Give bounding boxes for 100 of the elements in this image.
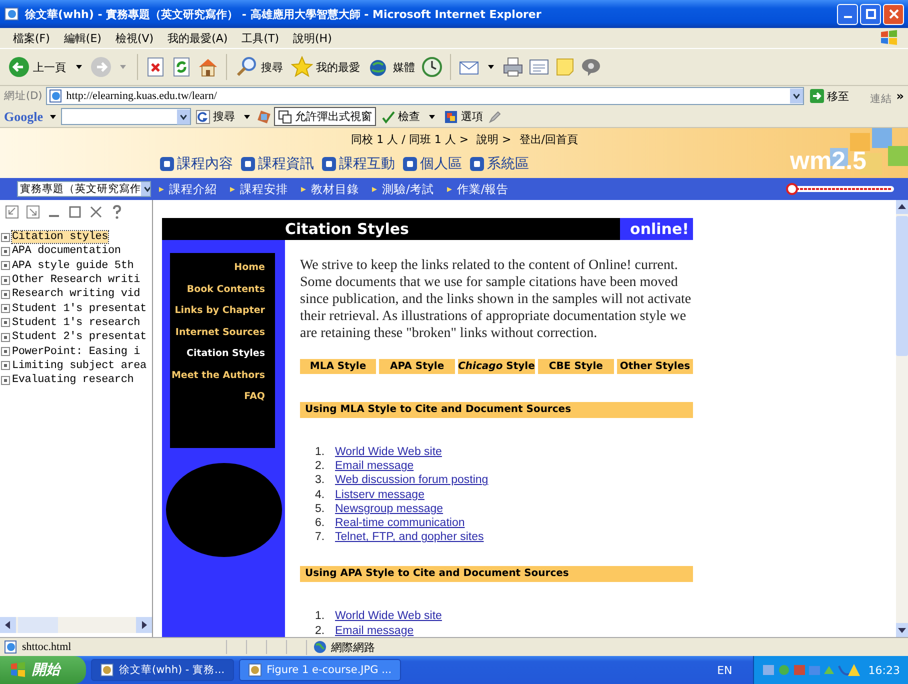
style-tab[interactable]: APA Style: [379, 359, 456, 374]
header-link[interactable]: 登出/回首頁: [519, 132, 578, 147]
minimize-button[interactable]: [837, 4, 858, 24]
outline-item[interactable]: Evaluating research: [12, 374, 134, 386]
style-tab[interactable]: Other Styles: [616, 359, 693, 374]
citation-link[interactable]: Email message: [335, 624, 414, 637]
course-select[interactable]: 實務專題（英文研究寫作: [17, 181, 151, 197]
style-tab[interactable]: MLA Style: [300, 359, 376, 374]
nav-link[interactable]: Internet Sources: [175, 326, 265, 340]
dropdown-caret-icon[interactable]: [244, 114, 250, 118]
media-button[interactable]: 媒體: [366, 56, 417, 78]
close-icon[interactable]: [88, 204, 104, 220]
scroll-down-icon[interactable]: [896, 623, 908, 637]
header-link[interactable]: 說明 >: [476, 132, 512, 147]
nav-link[interactable]: Book Contents: [186, 282, 265, 296]
menu-item[interactable]: 檢視(V): [108, 30, 161, 46]
windows-logo-icon: [10, 662, 26, 678]
options-button[interactable]: 選項: [442, 109, 485, 124]
close-button[interactable]: [883, 4, 904, 24]
outline-item[interactable]: Student 1's research: [12, 316, 140, 329]
citation-link[interactable]: World Wide Web site: [335, 610, 442, 622]
course-tab[interactable]: 課程資訊: [258, 155, 314, 173]
course-tab[interactable]: 課程互動: [339, 155, 395, 173]
nav-link[interactable]: FAQ: [244, 390, 265, 404]
nav-link[interactable]: Citation Styles: [186, 347, 265, 361]
course-tab[interactable]: 個人區: [420, 155, 462, 173]
citation-link[interactable]: Newsgroup message: [335, 502, 444, 515]
citation-link[interactable]: Telnet, FTP, and gopher sites: [335, 531, 484, 544]
course-tab[interactable]: 課程內容: [177, 155, 233, 173]
outline-item[interactable]: APA style guide 5th: [12, 260, 134, 272]
nav-link[interactable]: Links by Chapter: [174, 304, 265, 318]
address-field[interactable]: http://elearning.kuas.edu.tw/learn/: [46, 87, 804, 105]
search-field[interactable]: [61, 108, 191, 125]
menu-item[interactable]: 工具(T): [234, 30, 286, 46]
outline-item[interactable]: Other Research writi: [12, 274, 140, 286]
favorites-button[interactable]: 我的最愛: [289, 56, 362, 78]
outline-item[interactable]: PowerPoint: Easing i: [12, 346, 140, 358]
style-tab[interactable]: CBE Style: [538, 359, 614, 374]
citation-link[interactable]: Real-time communication: [335, 517, 465, 530]
maximize-button[interactable]: [860, 4, 881, 24]
horizontal-scrollbar[interactable]: [0, 617, 152, 633]
citation-link[interactable]: Listserv message: [335, 488, 424, 501]
page-title: Citation Styles: [285, 220, 410, 238]
taskbar-button[interactable]: 徐文華(whh) - 實務...: [91, 659, 234, 681]
search-button[interactable]: 搜尋: [234, 56, 285, 78]
course-nav-link[interactable]: 教材目錄: [311, 182, 359, 196]
history-icon[interactable]: [421, 56, 443, 78]
tray-icons-drawing[interactable]: [762, 662, 862, 678]
scroll-left-icon[interactable]: [0, 617, 16, 633]
outline-item[interactable]: Limiting subject area: [12, 360, 146, 372]
page-icon: [4, 640, 18, 654]
scroll-up-icon[interactable]: [896, 200, 908, 214]
go-button[interactable]: 移至: [808, 88, 852, 104]
course-nav-link[interactable]: 課程安排: [240, 182, 288, 196]
page-back-icon[interactable]: [4, 204, 20, 220]
menu-item[interactable]: 編輯(E): [56, 30, 108, 46]
windows-icon: [278, 110, 292, 124]
home-icon[interactable]: [197, 56, 219, 78]
vertical-scrollbar[interactable]: [896, 200, 908, 637]
arrow-icon: [446, 186, 452, 192]
citation-link[interactable]: World Wide Web site: [335, 446, 442, 458]
menu-item[interactable]: 我的最愛(A): [160, 30, 235, 46]
scroll-right-icon[interactable]: [136, 617, 152, 633]
taskbar-button[interactable]: Figure 1 e-course.JPG ...: [238, 659, 401, 681]
course-nav-link[interactable]: 課程介紹: [169, 182, 217, 196]
chevron-button[interactable]: »: [896, 89, 908, 103]
outline-item[interactable]: APA documentation: [12, 245, 121, 258]
outline-item[interactable]: Citation styles: [12, 231, 108, 244]
dropdown-caret-icon[interactable]: [429, 114, 435, 118]
nav-link[interactable]: Home: [234, 261, 265, 275]
links-label[interactable]: 連結: [855, 92, 892, 106]
back-button[interactable]: 上一頁: [6, 56, 68, 78]
outline-item[interactable]: Student 2's presentat: [12, 331, 146, 344]
dropdown-caret-icon[interactable]: [76, 65, 82, 69]
citation-link[interactable]: Email message: [335, 460, 414, 472]
google-logo[interactable]: Google: [4, 108, 43, 124]
header-link[interactable]: 同校 1 人 / 同班 1 人 >: [351, 132, 469, 147]
citation-link[interactable]: Web discussion forum posting: [335, 474, 488, 486]
course-nav-link[interactable]: 測驗/考試: [382, 182, 434, 196]
dropdown-caret-icon[interactable]: [50, 114, 56, 118]
nav-link[interactable]: Meet the Authors: [171, 368, 265, 382]
style-tab[interactable]: Chicago Style: [458, 359, 535, 374]
popup-blocker-button[interactable]: 允許彈出式視窗: [274, 107, 376, 126]
tab-icon: [470, 157, 484, 171]
page-forward-icon[interactable]: [25, 204, 41, 220]
course-nav-link[interactable]: 作業/報告: [456, 182, 509, 196]
maximize-icon[interactable]: [67, 204, 83, 220]
course-tab[interactable]: 系統區: [487, 155, 529, 173]
menu-item[interactable]: 檔案(F): [6, 30, 57, 46]
chat-bubble-icon[interactable]: [580, 56, 602, 78]
dropdown-caret-icon[interactable]: [488, 65, 494, 69]
outline-item[interactable]: Research writing vid: [12, 288, 140, 300]
spellcheck-button[interactable]: 檢查: [379, 109, 422, 124]
list-number: 1.: [315, 610, 326, 622]
language-indicator[interactable]: EN: [717, 664, 732, 676]
pencil-icon[interactable]: [488, 110, 502, 124]
menu-item[interactable]: 說明(H): [286, 30, 339, 46]
outline-item[interactable]: Student 1's presentat: [12, 302, 146, 315]
printer-icon[interactable]: [502, 56, 524, 78]
google-search-button[interactable]: 搜尋: [194, 109, 237, 124]
